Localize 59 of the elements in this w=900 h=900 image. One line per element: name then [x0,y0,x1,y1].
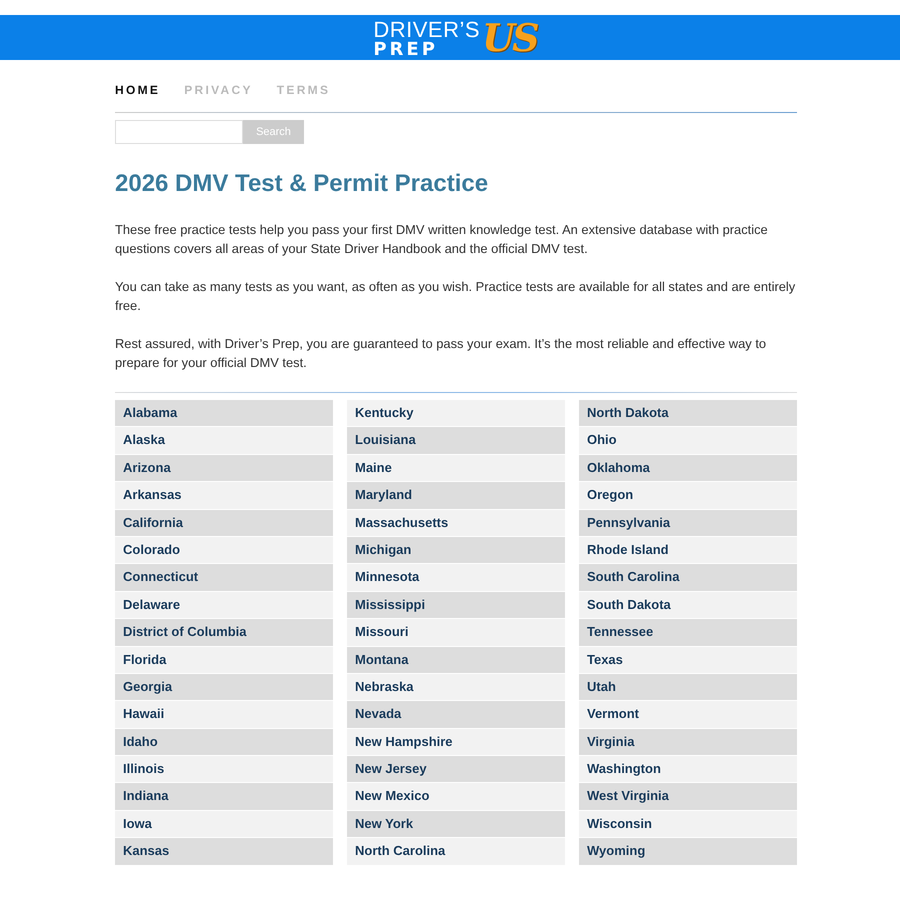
state-link[interactable]: Colorado [115,536,333,564]
state-link[interactable]: Hawaii [115,701,333,728]
state-link[interactable]: Michigan [347,536,565,564]
state-link[interactable]: New York [347,810,565,838]
state-link[interactable]: Nebraska [347,674,565,700]
state-link[interactable]: Texas [579,646,797,673]
state-link[interactable]: Connecticut [115,564,333,591]
state-link[interactable]: Massachusetts [347,510,565,536]
state-link[interactable]: Kentucky [347,400,565,426]
state-link[interactable]: New Hampshire [347,728,565,756]
state-link[interactable]: West Virginia [579,783,797,810]
state-link[interactable]: North Carolina [347,838,565,865]
state-link[interactable]: Georgia [115,674,333,700]
state-link[interactable]: Montana [347,646,565,673]
state-link[interactable]: Maryland [347,482,565,509]
intro-paragraph: Rest assured, with Driver’s Prep, you are guaranteed to pass your exam. It’s the most reliable and effective way to prepare for your official DMV test. [115,335,768,372]
state-link[interactable]: Wisconsin [579,810,797,838]
state-link[interactable]: Arkansas [115,482,333,509]
state-link[interactable]: Florida [115,646,333,673]
intro-paragraph: You can take as many tests as you want, as often as you wish. Practice tests are available for all states and are entirely free. [115,278,796,315]
state-link[interactable]: Nevada [347,701,565,728]
state-link[interactable]: Illinois [115,756,333,782]
state-link[interactable]: Tennessee [579,619,797,646]
state-link[interactable]: Delaware [115,592,333,618]
state-link[interactable]: Mississippi [347,592,565,618]
page-title: 2026 DMV Test & Permit Practice [115,170,490,198]
state-link[interactable]: Missouri [347,619,565,646]
state-link[interactable]: Minnesota [347,564,565,591]
state-link[interactable]: Vermont [579,701,797,728]
state-link[interactable]: Arizona [115,454,333,482]
state-link[interactable]: Idaho [115,728,333,756]
state-link[interactable]: Pennsylvania [579,510,797,536]
state-link[interactable]: Alaska [115,427,333,454]
state-link[interactable]: Oregon [579,482,797,509]
logo-text[interactable]: DRIVER’S [373,18,480,40]
state-link[interactable]: Louisiana [347,427,565,454]
state-link[interactable]: District of Columbia [115,619,333,646]
state-link[interactable]: North Dakota [579,400,797,426]
state-link[interactable]: Indiana [115,783,333,810]
state-link[interactable]: Oklahoma [579,454,797,482]
intro-paragraph: These free practice tests help you pass your first DMV written knowledge test. An extensive database with practice questions covers all areas of your State Driver Handbook and the official DMV test. [115,221,769,258]
state-link[interactable]: Rhode Island [579,536,797,564]
state-link[interactable]: Alabama [115,400,333,426]
state-link[interactable]: Virginia [579,728,797,756]
nav-link[interactable]: HOME [115,83,160,97]
state-link[interactable]: Kansas [115,838,333,865]
state-link[interactable]: Utah [579,674,797,700]
state-link[interactable]: Maine [347,454,565,482]
state-link[interactable]: Wyoming [579,838,797,865]
logo-text[interactable]: PREP [373,40,438,58]
state-link[interactable]: California [115,510,333,536]
state-link[interactable]: Ohio [579,427,797,454]
state-link[interactable]: New Jersey [347,756,565,782]
state-link[interactable]: South Carolina [579,564,797,591]
search-field[interactable] [115,120,243,144]
state-link[interactable]: New Mexico [347,783,565,810]
state-link[interactable]: Iowa [115,810,333,838]
state-link[interactable]: Washington [579,756,797,782]
state-link[interactable]: South Dakota [579,592,797,618]
